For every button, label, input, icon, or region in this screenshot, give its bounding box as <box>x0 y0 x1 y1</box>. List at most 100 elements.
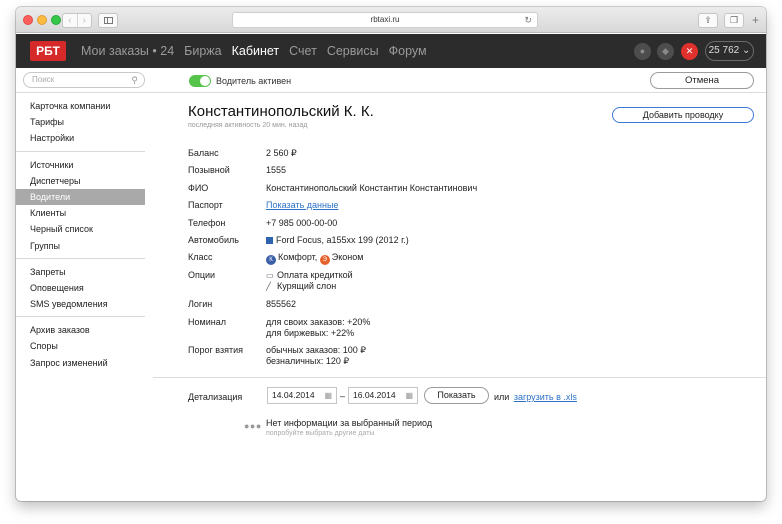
options-value: ▭ Оплата кредиткой ╱ Курящий слон <box>266 270 353 292</box>
calendar-icon[interactable]: ▦ <box>405 388 413 403</box>
cigarette-icon: ╱ <box>266 282 271 291</box>
field-label: Автомобиль <box>188 235 239 245</box>
field-label: Класс <box>188 252 213 262</box>
nominal-line: для биржевых: +22% <box>266 328 355 338</box>
economy-class-icon: Э <box>319 255 330 265</box>
class-value: К Комфорт, Э Эконом <box>266 252 363 265</box>
nav-services[interactable]: Сервисы <box>322 34 384 68</box>
or-text: или <box>494 392 510 402</box>
history-nav: ‹ › <box>62 13 92 28</box>
calendar-icon[interactable]: ▦ <box>324 388 332 403</box>
nav-forum[interactable]: Форум <box>384 34 432 68</box>
maximize-window-button[interactable] <box>51 15 61 25</box>
field-label: Номинал <box>188 317 226 327</box>
forward-icon[interactable]: › <box>76 14 92 27</box>
field-value: Константинопольский Константин Константи… <box>266 183 478 193</box>
browser-titlebar: ‹ › rbtaxi.ru ↻ ⇪ ❐ + <box>16 7 766 33</box>
balance-dropdown[interactable]: 25 762 ⌄ <box>705 41 754 61</box>
sidebar-item-settings[interactable]: Настройки <box>16 130 145 146</box>
minimize-window-button[interactable] <box>37 15 47 25</box>
sidebar-item-clients[interactable]: Клиенты <box>16 205 145 221</box>
user-icon[interactable]: ● <box>634 43 651 60</box>
back-icon[interactable]: ‹ <box>63 14 77 27</box>
date-from-input[interactable]: 14.04.2014 ▦ <box>267 387 337 404</box>
date-to-value: 16.04.2014 <box>353 390 396 400</box>
chat-icon[interactable]: ◆ <box>657 43 674 60</box>
driver-profile: Константинопольский К. К. последняя акти… <box>153 93 766 501</box>
nav-my-orders[interactable]: Мои заказы • 24 <box>76 34 179 68</box>
threshold-value: обычных заказов: 100 ₽ безналичных: 120 … <box>266 345 366 367</box>
field-value: 2 560 ₽ <box>266 148 297 158</box>
car-text: Ford Focus, а155хх 199 (2012 г.) <box>276 235 409 245</box>
download-option: или загрузить в .xls <box>494 392 577 402</box>
new-tab-button[interactable]: + <box>752 13 759 27</box>
field-value: 855562 <box>266 299 297 309</box>
tabs-overview-icon[interactable]: ❐ <box>724 13 744 28</box>
search-input[interactable]: Поиск ⚲ <box>23 72 145 88</box>
show-passport-link[interactable]: Показать данные <box>266 200 338 211</box>
nominal-line: для своих заказов: +20% <box>266 317 371 327</box>
sidebar-item-bans[interactable]: Запреты <box>16 264 145 280</box>
field-label: ФИО <box>188 183 209 193</box>
nav-exchange[interactable]: Биржа <box>179 34 226 68</box>
sidebar-item-sms[interactable]: SMS уведомления <box>16 296 145 312</box>
menu-group-people: Источники Диспетчеры Водители Клиенты Че… <box>16 152 145 259</box>
sidebar-item-disputes[interactable]: Споры <box>16 338 145 354</box>
driver-active-label: Водитель активен <box>216 76 292 86</box>
sidebar-item-change-requests[interactable]: Запрос изменений <box>16 355 145 371</box>
search-placeholder: Поиск <box>32 75 55 84</box>
field-label: Логин <box>188 299 213 309</box>
app-navbar: РБТ Мои заказы • 24 Биржа Кабинет Счет С… <box>16 34 766 68</box>
address-bar[interactable]: rbtaxi.ru ↻ <box>232 12 538 28</box>
last-activity: последняя активность 20 мин. назад <box>188 122 308 129</box>
sidebar-item-drivers[interactable]: Водители <box>16 188 145 206</box>
browser-window: ‹ › rbtaxi.ru ↻ ⇪ ❐ + РБТ Мои заказы • 2… <box>16 7 766 501</box>
sidebar-item-groups[interactable]: Группы <box>16 238 145 254</box>
sidebar-menu: Карточка компании Тарифы Настройки Источ… <box>16 93 145 375</box>
main-nav: Мои заказы • 24 Биржа Кабинет Счет Серви… <box>76 34 432 68</box>
driver-active-toggle[interactable] <box>189 75 211 87</box>
loading-dots-icon: ●●● <box>244 421 262 431</box>
class-name: Эконом <box>331 252 364 262</box>
sidebar-item-alerts[interactable]: Оповещения <box>16 280 145 296</box>
sidebar-item-blacklist[interactable]: Черный список <box>16 221 145 237</box>
sidebar-item-company-card[interactable]: Карточка компании <box>16 98 145 114</box>
field-value: 1555 <box>266 165 287 175</box>
car-color-swatch <box>266 237 273 244</box>
share-icon[interactable]: ⇪ <box>698 13 718 28</box>
page-toolbar: Поиск ⚲ Водитель активен Отмена <box>16 68 766 93</box>
option-text: Оплата кредиткой <box>277 270 353 280</box>
menu-group-archive: Архив заказов Споры Запрос изменений <box>16 317 145 375</box>
field-label: Позывной <box>188 165 230 175</box>
sidebar-item-dispatchers[interactable]: Диспетчеры <box>16 173 145 189</box>
close-window-button[interactable] <box>23 15 33 25</box>
sidebar-toggle-icon[interactable] <box>98 13 118 28</box>
field-value: +7 985 000-00-00 <box>266 218 338 228</box>
add-entry-button[interactable]: Добавить проводку <box>612 107 754 123</box>
threshold-line: безналичных: 120 ₽ <box>266 356 350 366</box>
search-icon: ⚲ <box>131 75 138 85</box>
cancel-button[interactable]: Отмена <box>650 72 754 89</box>
date-to-input[interactable]: 16.04.2014 ▦ <box>348 387 418 404</box>
field-label: Порог взятия <box>188 345 243 355</box>
field-label: Телефон <box>188 218 226 228</box>
sidebar-item-sources[interactable]: Источники <box>16 157 145 173</box>
logo[interactable]: РБТ <box>30 41 66 61</box>
sidebar-item-order-archive[interactable]: Архив заказов <box>16 322 145 338</box>
date-range-dash: – <box>340 391 346 401</box>
nav-account[interactable]: Счет <box>284 34 322 68</box>
download-xls-link[interactable]: загрузить в .xls <box>514 392 577 402</box>
reload-icon[interactable]: ↻ <box>524 13 532 27</box>
empty-state-message: Нет информации за выбранный период <box>266 418 433 428</box>
nav-cabinet[interactable]: Кабинет <box>227 34 285 68</box>
car-value: Ford Focus, а155хх 199 (2012 г.) <box>266 235 409 246</box>
sidebar-item-tariffs[interactable]: Тарифы <box>16 114 145 130</box>
page-title: Константинопольский К. К. <box>188 103 374 120</box>
option-text: Курящий слон <box>277 281 337 291</box>
credit-card-icon: ▭ <box>266 271 274 280</box>
menu-group-notifications: Запреты Оповещения SMS уведомления <box>16 259 145 318</box>
sound-off-icon[interactable]: ✕ <box>681 43 698 60</box>
menu-group-company: Карточка компании Тарифы Настройки <box>16 93 145 152</box>
show-button[interactable]: Показать <box>424 387 489 404</box>
date-from-value: 14.04.2014 <box>272 390 315 400</box>
